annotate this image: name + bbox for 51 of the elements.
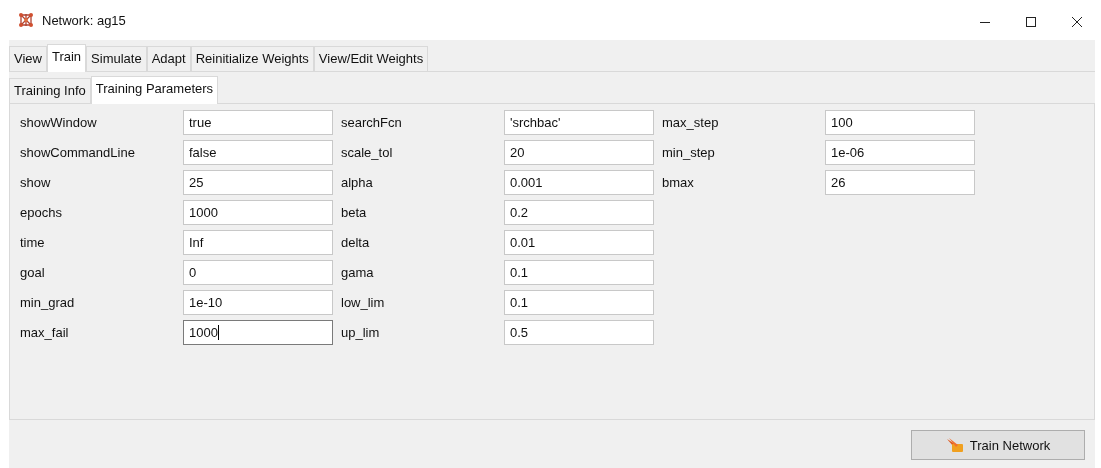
tab[interactable]: Reinitialize Weights xyxy=(190,46,314,71)
parameter-label: bmax xyxy=(662,175,695,190)
tab[interactable]: Adapt xyxy=(146,46,191,71)
tab[interactable]: View/Edit Weights xyxy=(313,46,429,71)
input-field[interactable]: 'srchbac' xyxy=(504,110,654,135)
tab[interactable]: Training Info xyxy=(9,78,91,103)
parameter-label: goal xyxy=(20,265,46,280)
input-field[interactable]: 100 xyxy=(825,110,975,135)
input-field[interactable]: 1e-10 xyxy=(183,290,333,315)
train-network-button[interactable]: Train Network xyxy=(911,430,1085,460)
input-field[interactable]: 26 xyxy=(825,170,975,195)
input-field[interactable]: 20 xyxy=(504,140,654,165)
parameter-label: showWindow xyxy=(20,115,98,130)
tab[interactable]: Train xyxy=(46,44,87,72)
parameter-label: showCommandLine xyxy=(20,145,136,160)
input-field[interactable]: 1000 xyxy=(183,200,333,225)
parameter-label: epochs xyxy=(20,205,63,220)
input-field[interactable]: 0.1 xyxy=(504,290,654,315)
input-field[interactable]: 0.5 xyxy=(504,320,654,345)
input-field[interactable]: 0.01 xyxy=(504,230,654,255)
input-field[interactable]: 1e-06 xyxy=(825,140,975,165)
input-field[interactable]: 1000 xyxy=(183,320,333,345)
input-field[interactable]: true xyxy=(183,110,333,135)
input-field[interactable]: false xyxy=(183,140,333,165)
parameter-label: delta xyxy=(341,235,371,250)
input-field[interactable]: 0.2 xyxy=(504,200,654,225)
tab[interactable]: Simulate xyxy=(86,46,147,71)
parameter-label: min_grad xyxy=(20,295,76,310)
parameter-label: alpha xyxy=(341,175,374,190)
tab[interactable]: Training Parameters xyxy=(90,76,219,104)
close-icon[interactable] xyxy=(1071,16,1083,28)
input-field[interactable]: 25 xyxy=(183,170,333,195)
parameter-label: show xyxy=(20,175,52,190)
parameter-label: min_step xyxy=(662,145,716,160)
parameter-label: gama xyxy=(341,265,375,280)
input-field[interactable]: 0.1 xyxy=(504,260,654,285)
parameter-label: max_fail xyxy=(20,325,70,340)
parameter-label: searchFcn xyxy=(341,115,403,130)
parameter-label: beta xyxy=(341,205,368,220)
parameter-label: time xyxy=(20,235,46,250)
window-title: Network: ag15 xyxy=(42,12,126,28)
input-field[interactable]: 0 xyxy=(183,260,333,285)
maximize-icon[interactable] xyxy=(1025,16,1037,28)
input-field[interactable]: Inf xyxy=(183,230,333,255)
parameter-label: up_lim xyxy=(341,325,381,340)
network-icon xyxy=(18,12,34,28)
parameter-label: low_lim xyxy=(341,295,386,310)
parameter-label: scale_tol xyxy=(341,145,394,160)
input-field[interactable]: 0.001 xyxy=(504,170,654,195)
tab[interactable]: View xyxy=(9,46,47,71)
parameter-label: max_step xyxy=(662,115,720,130)
